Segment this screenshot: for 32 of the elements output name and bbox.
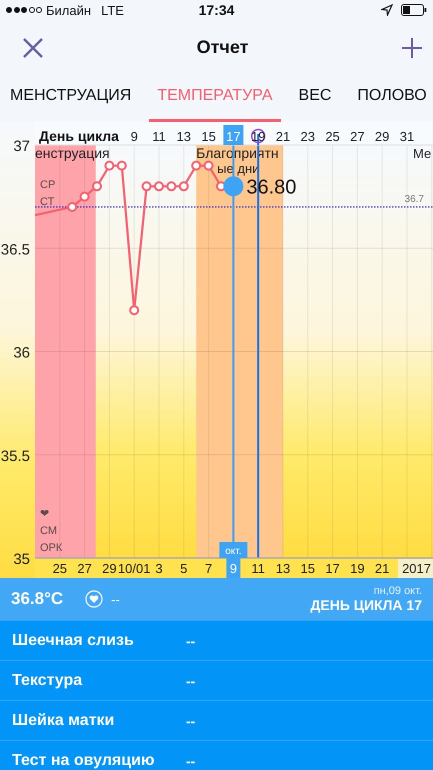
row-label: Тест на овуляцию	[12, 752, 156, 770]
temperature-value: 36.8°C	[11, 589, 64, 609]
y-axis-label: 35.5	[0, 448, 30, 465]
heart-icon: ❤	[40, 508, 49, 520]
cycle-day-text: ДЕНЬ ЦИКЛА 17	[310, 597, 422, 613]
row-value: --	[186, 752, 196, 768]
row-label: Шейка матки	[12, 712, 116, 730]
carrier-name: Билайн	[46, 2, 92, 18]
day-note: СМ	[40, 525, 57, 537]
day-note: ОРК	[40, 542, 62, 554]
reference-value: 36.7	[404, 194, 424, 205]
status-time: 17:34	[198, 2, 234, 18]
row-value: --	[186, 712, 196, 728]
day-note: СТ	[40, 196, 54, 208]
band-label: Ме	[413, 146, 432, 161]
band-label: енструация	[35, 145, 110, 161]
cycle-axis-title: День цикла	[39, 128, 119, 144]
row-value: --	[186, 632, 196, 648]
month-label: окт.	[225, 546, 242, 557]
date-text: пн,09 окт.	[374, 585, 422, 597]
row-label: Текстура	[12, 672, 84, 690]
mood-value: --	[111, 592, 120, 606]
y-axis-label: 36.5	[0, 241, 30, 258]
screen-title: Отчет	[196, 37, 248, 58]
row-value: --	[186, 672, 196, 688]
y-axis-label: 36	[13, 344, 30, 362]
row-label: Шеечная слизь	[12, 632, 135, 650]
y-axis-label: 37	[13, 138, 30, 155]
day-note: СР	[40, 179, 56, 191]
y-axis-label: 35	[13, 551, 30, 568]
network-type: LTE	[101, 2, 124, 18]
year-label: 2017	[398, 559, 433, 578]
